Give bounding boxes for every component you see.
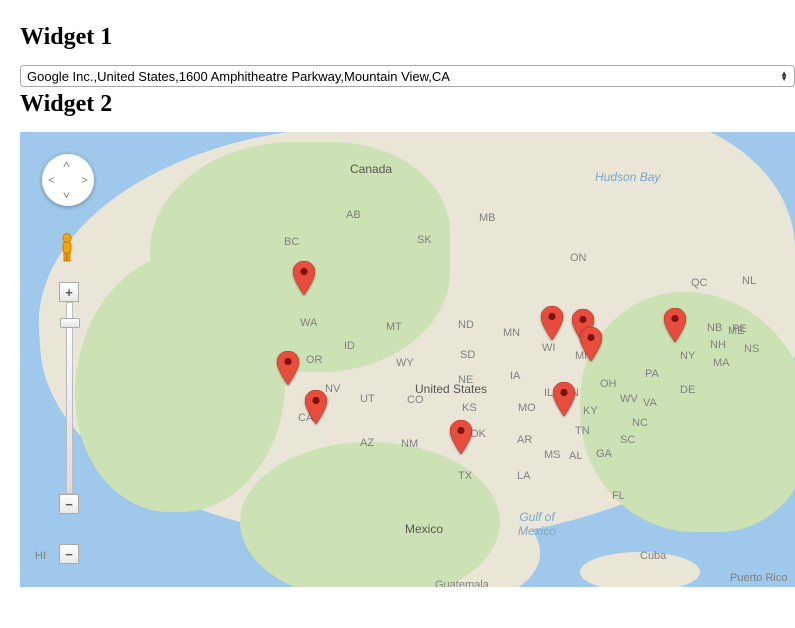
- state-label-or: OR: [306, 354, 323, 366]
- state-label-ms: MS: [544, 449, 561, 461]
- state-label-nl: NL: [742, 275, 756, 287]
- pan-right-icon[interactable]: ˃: [81, 173, 88, 188]
- state-label-oh: OH: [600, 378, 617, 390]
- state-label-ab: AB: [346, 209, 361, 221]
- state-label-mb: MB: [479, 212, 496, 224]
- pan-down-icon[interactable]: ˅: [63, 188, 70, 203]
- state-label-il: IL: [544, 387, 553, 399]
- label-us: United States: [415, 382, 487, 396]
- state-label-pa: PA: [645, 368, 659, 380]
- state-label-tn: TN: [575, 425, 590, 437]
- state-label-ny: NY: [680, 350, 695, 362]
- zoom-slider[interactable]: [66, 302, 73, 494]
- pin-ny[interactable]: [664, 308, 686, 342]
- state-label-ns: NS: [744, 343, 759, 355]
- state-label-ne: NE: [458, 374, 473, 386]
- state-label-wy: WY: [396, 357, 414, 369]
- state-label-ks: KS: [462, 402, 477, 414]
- location-select[interactable]: Google Inc.,United States,1600 Amphithea…: [20, 65, 795, 87]
- label-guatemala: Guatemala: [435, 579, 489, 587]
- state-label-va: VA: [643, 397, 657, 409]
- state-label-id: ID: [344, 340, 355, 352]
- pin-tn[interactable]: [553, 382, 575, 416]
- state-label-al: AL: [569, 450, 582, 462]
- state-label-nd: ND: [458, 319, 474, 331]
- state-label-nb: NB: [707, 322, 722, 334]
- state-label-az: AZ: [360, 437, 374, 449]
- pin-ca-n[interactable]: [277, 351, 299, 385]
- label-canada: Canada: [350, 162, 392, 176]
- state-label-ut: UT: [360, 393, 375, 405]
- state-label-bc: BC: [284, 236, 299, 248]
- label-cuba: Cuba: [640, 550, 666, 562]
- zoom-out-button[interactable]: −: [59, 544, 79, 564]
- state-label-ma: MA: [713, 357, 730, 369]
- state-label-sc: SC: [620, 434, 635, 446]
- zoom-reset-button[interactable]: −: [59, 494, 79, 514]
- state-label-de: DE: [680, 384, 695, 396]
- state-label-tx: TX: [458, 470, 472, 482]
- pin-tx[interactable]: [450, 420, 472, 454]
- state-label-co: CO: [407, 394, 424, 406]
- state-label-qc: QC: [691, 277, 708, 289]
- pan-control[interactable]: ˄ ˅ ˂ ˃: [42, 154, 94, 206]
- location-select-value: Google Inc.,United States,1600 Amphithea…: [27, 69, 450, 84]
- state-label-me: ME: [728, 325, 745, 337]
- state-label-ga: GA: [596, 448, 612, 460]
- label-gulf: Gulf of Mexico: [518, 510, 556, 538]
- state-label-ia: IA: [510, 370, 520, 382]
- state-label-on: ON: [570, 252, 587, 264]
- pan-up-icon[interactable]: ˄: [63, 157, 70, 172]
- map-canvas[interactable]: Canada United States Mexico Hudson Bay G…: [20, 132, 795, 587]
- widget2-title: Widget 2: [20, 91, 775, 118]
- state-label-ar: AR: [517, 434, 532, 446]
- state-label-ok: OK: [470, 428, 486, 440]
- state-label-hi: HI: [35, 550, 46, 562]
- state-label-mt: MT: [386, 321, 402, 333]
- pin-ca-s[interactable]: [305, 390, 327, 424]
- state-label-nv: NV: [325, 383, 340, 395]
- state-label-nh: NH: [710, 339, 726, 351]
- state-label-nm: NM: [401, 438, 418, 450]
- label-hudson-bay: Hudson Bay: [595, 170, 660, 184]
- zoom-handle[interactable]: [60, 318, 80, 328]
- state-label-mn: MN: [503, 327, 520, 339]
- zoom-in-button[interactable]: +: [59, 282, 79, 302]
- pegman-icon[interactable]: [56, 233, 78, 263]
- pin-wa[interactable]: [293, 261, 315, 295]
- pin-mi2[interactable]: [580, 327, 602, 361]
- state-label-fl: FL: [612, 490, 625, 502]
- state-label-sd: SD: [460, 349, 475, 361]
- state-label-ky: KY: [583, 405, 598, 417]
- widget1-title: Widget 1: [20, 24, 775, 51]
- state-label-sk: SK: [417, 234, 432, 246]
- state-label-wv: WV: [620, 393, 638, 405]
- label-pr: Puerto Rico: [730, 572, 787, 584]
- state-label-wi: WI: [542, 342, 555, 354]
- state-label-la: LA: [517, 470, 530, 482]
- zoom-control: + − −: [60, 282, 78, 564]
- select-arrows-icon: ▲▼: [780, 71, 788, 81]
- state-label-nc: NC: [632, 417, 648, 429]
- pan-left-icon[interactable]: ˂: [48, 173, 55, 188]
- pin-wi[interactable]: [541, 306, 563, 340]
- state-label-wa: WA: [300, 317, 317, 329]
- label-mexico: Mexico: [405, 522, 443, 536]
- state-label-mo: MO: [518, 402, 536, 414]
